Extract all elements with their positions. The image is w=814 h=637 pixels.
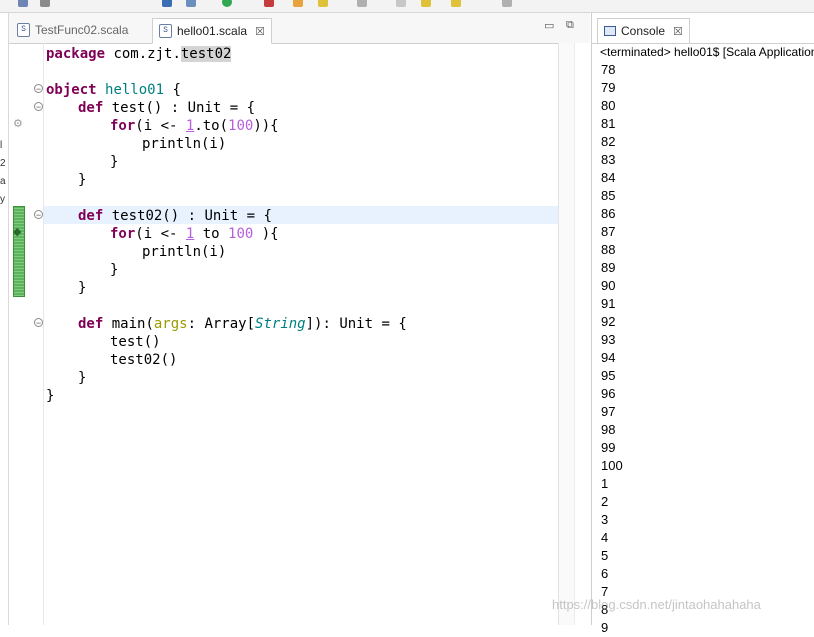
code-editor[interactable]: S TestFunc02.scala S hello01.scala ☒ ▭ ⧉…	[9, 13, 591, 625]
fold-toggle-icon[interactable]: −	[34, 318, 43, 328]
console-view[interactable]: Console ☒ <terminated> hello01$ [Scala A…	[591, 13, 814, 635]
console-line[interactable]: 84	[601, 169, 623, 187]
close-tab-icon[interactable]: ☒	[673, 25, 683, 38]
folder-icon[interactable]	[293, 0, 303, 7]
console-line[interactable]: 99	[601, 439, 623, 457]
package-explorer-edge: l 2 a y	[0, 13, 9, 625]
stop-icon[interactable]	[264, 0, 274, 7]
console-status: <terminated> hello01$ [Scala Application	[600, 45, 814, 59]
tab-testfunc02[interactable]: S TestFunc02.scala	[17, 18, 128, 42]
console-line[interactable]: 98	[601, 421, 623, 439]
scala-file-icon: S	[159, 24, 172, 38]
console-line[interactable]: 89	[601, 259, 623, 277]
console-line[interactable]: 90	[601, 277, 623, 295]
toolbar-icon[interactable]	[502, 0, 512, 7]
fold-toggle-icon[interactable]: −	[34, 84, 43, 94]
code-line[interactable]: package com.zjt.test02	[46, 45, 232, 63]
console-line[interactable]: 82	[601, 133, 623, 151]
vertical-scrollbar[interactable]	[558, 43, 575, 625]
breakpoint-marker-icon[interactable]: ◆	[13, 225, 21, 238]
code-line[interactable]: def test02() : Unit = {	[78, 207, 272, 225]
console-line[interactable]: 80	[601, 97, 623, 115]
main-toolbar	[0, 0, 814, 13]
minimize-icon[interactable]: ▭	[544, 19, 554, 32]
console-line[interactable]: 78	[601, 61, 623, 79]
console-line[interactable]: 79	[601, 79, 623, 97]
console-line[interactable]: 6	[601, 565, 623, 583]
code-line[interactable]: def test() : Unit = {	[78, 99, 255, 117]
code-line[interactable]: def main(args: Array[String]): Unit = {	[78, 315, 407, 333]
code-line[interactable]: }	[78, 279, 86, 297]
code-line[interactable]: object hello01 {	[46, 81, 181, 99]
console-line[interactable]: 87	[601, 223, 623, 241]
tab-label: hello01.scala	[177, 24, 248, 38]
code-line[interactable]: println(i)	[142, 135, 226, 153]
toolbar-icon[interactable]	[357, 0, 367, 7]
close-tab-icon[interactable]: ☒	[255, 25, 265, 38]
console-line[interactable]: 93	[601, 331, 623, 349]
console-line[interactable]: 96	[601, 385, 623, 403]
console-line[interactable]: 85	[601, 187, 623, 205]
toolbar-icon[interactable]	[186, 0, 196, 7]
console-line[interactable]: 92	[601, 313, 623, 331]
console-line[interactable]: 5	[601, 547, 623, 565]
console-line[interactable]: 100	[601, 457, 623, 475]
package-explorer-text[interactable]: a	[0, 177, 6, 187]
console-line[interactable]: 95	[601, 367, 623, 385]
console-line[interactable]: 2	[601, 493, 623, 511]
console-line[interactable]: 94	[601, 349, 623, 367]
code-line[interactable]: }	[110, 261, 118, 279]
console-line[interactable]: 86	[601, 205, 623, 223]
coverage-marker	[13, 206, 25, 297]
package-explorer-text[interactable]: 2	[0, 159, 6, 169]
code-line[interactable]: }	[78, 171, 86, 189]
console-line[interactable]: 88	[601, 241, 623, 259]
code-line[interactable]: for(i <- 1.to(100)){	[110, 117, 279, 135]
console-line[interactable]: 4	[601, 529, 623, 547]
console-divider	[592, 43, 814, 44]
toolbar-icon[interactable]	[18, 0, 28, 7]
nav-forward-icon[interactable]	[451, 0, 461, 7]
code-line[interactable]: println(i)	[142, 243, 226, 261]
package-explorer-text[interactable]: y	[0, 195, 5, 205]
console-line[interactable]: 81	[601, 115, 623, 133]
editor-tab-bar: S TestFunc02.scala S hello01.scala ☒ ▭ ⧉	[9, 13, 590, 44]
tab-label: Console	[621, 24, 666, 38]
console-line[interactable]: 83	[601, 151, 623, 169]
console-icon	[604, 26, 616, 36]
code-line[interactable]: test()	[110, 333, 161, 351]
run-icon[interactable]	[222, 0, 232, 7]
console-output[interactable]: 78 79 80 81 82 83 84 85 86 87 88 89 90 91 92 93 94 95 96 97…	[601, 61, 623, 637]
tab-console[interactable]: Console ☒	[597, 18, 690, 44]
code-line[interactable]: }	[110, 153, 118, 171]
nav-back-icon[interactable]	[421, 0, 431, 7]
fold-toggle-icon[interactable]: −	[34, 210, 43, 220]
overview-ruler[interactable]	[574, 43, 591, 625]
console-line[interactable]: 3	[601, 511, 623, 529]
tab-label: TestFunc02.scala	[35, 23, 129, 37]
console-line[interactable]: 97	[601, 403, 623, 421]
toolbar-icon[interactable]	[396, 0, 406, 7]
code-line[interactable]: for(i <- 1 to 100 ){	[110, 225, 279, 243]
maximize-icon[interactable]: ⧉	[566, 19, 574, 32]
console-line[interactable]: 9	[601, 619, 623, 637]
console-line[interactable]: 1	[601, 475, 623, 493]
watermark: https://blog.csdn.net/jintaohahahaha	[552, 597, 761, 612]
code-line[interactable]: }	[78, 369, 86, 387]
tab-hello01[interactable]: S hello01.scala ☒	[152, 18, 272, 44]
fold-toggle-icon[interactable]: −	[34, 102, 43, 112]
console-line[interactable]: 91	[601, 295, 623, 313]
gutter-divider	[43, 43, 44, 625]
override-marker-icon[interactable]: ⚙	[13, 117, 23, 130]
search-icon[interactable]	[162, 0, 172, 7]
toolbar-icon[interactable]	[318, 0, 328, 7]
scala-file-icon: S	[17, 23, 30, 37]
toolbar-icon[interactable]	[40, 0, 50, 7]
code-line[interactable]: test02()	[110, 351, 177, 369]
code-line[interactable]: }	[46, 387, 54, 405]
package-explorer-text[interactable]: l	[0, 141, 2, 151]
